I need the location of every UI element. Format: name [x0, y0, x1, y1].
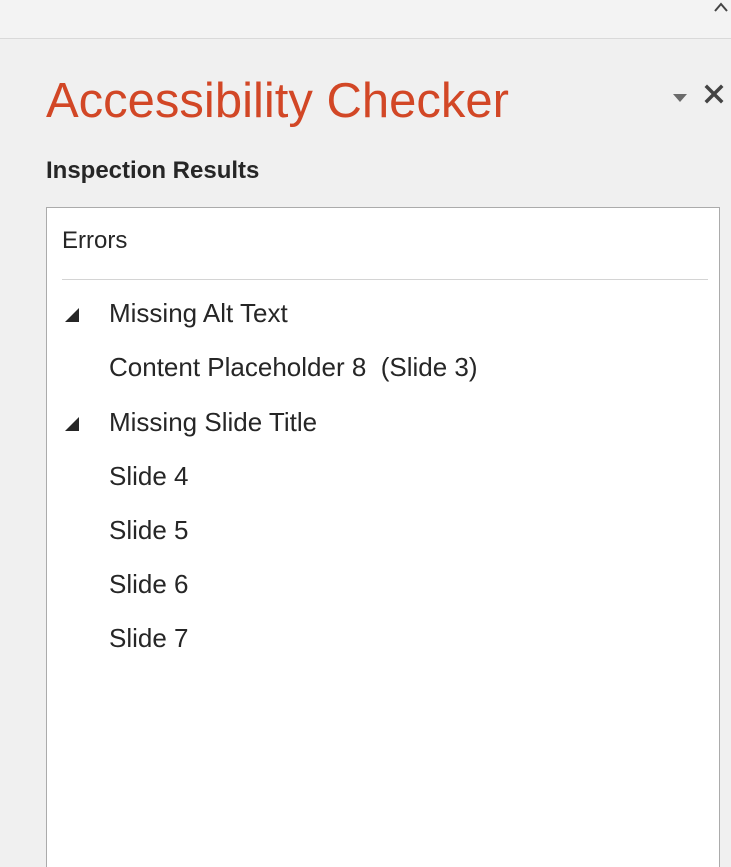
result-item[interactable]: Slide 6	[47, 552, 719, 606]
group-missing-slide-title[interactable]: Missing Slide Title	[47, 389, 719, 444]
result-item-label: Slide 5	[109, 515, 189, 545]
result-item-label: Content Placeholder 8 (Slide 3)	[109, 352, 478, 382]
window-top-strip	[0, 0, 731, 38]
result-item[interactable]: Slide 4	[47, 444, 719, 498]
inspection-results-heading: Inspection Results	[46, 157, 260, 184]
result-item-label: Slide 7	[109, 623, 189, 653]
group-label: Missing Alt Text	[109, 298, 288, 328]
results-tree: Missing Alt Text Content Placeholder 8 (…	[47, 280, 719, 660]
pane-title: Accessibility Checker	[46, 74, 509, 128]
expanded-triangle-icon[interactable]	[64, 307, 80, 323]
group-label: Missing Slide Title	[109, 407, 318, 437]
result-item[interactable]: Content Placeholder 8 (Slide 3)	[47, 335, 719, 389]
expanded-triangle-icon[interactable]	[64, 416, 80, 432]
chevron-up-icon[interactable]	[713, 0, 729, 14]
group-missing-alt-text[interactable]: Missing Alt Text	[47, 280, 719, 335]
inspection-results-list[interactable]: Errors Missing Alt Text Content Placehol…	[46, 207, 720, 867]
errors-header: Errors	[62, 227, 128, 254]
accessibility-checker-pane: Accessibility Checker Inspection Results…	[0, 39, 731, 867]
result-item[interactable]: Slide 5	[47, 498, 719, 552]
result-item[interactable]: Slide 7	[47, 606, 719, 660]
close-icon[interactable]	[699, 79, 729, 109]
result-item-label: Slide 4	[109, 461, 189, 491]
triangle-down-icon[interactable]	[672, 91, 688, 105]
result-item-label: Slide 6	[109, 569, 189, 599]
